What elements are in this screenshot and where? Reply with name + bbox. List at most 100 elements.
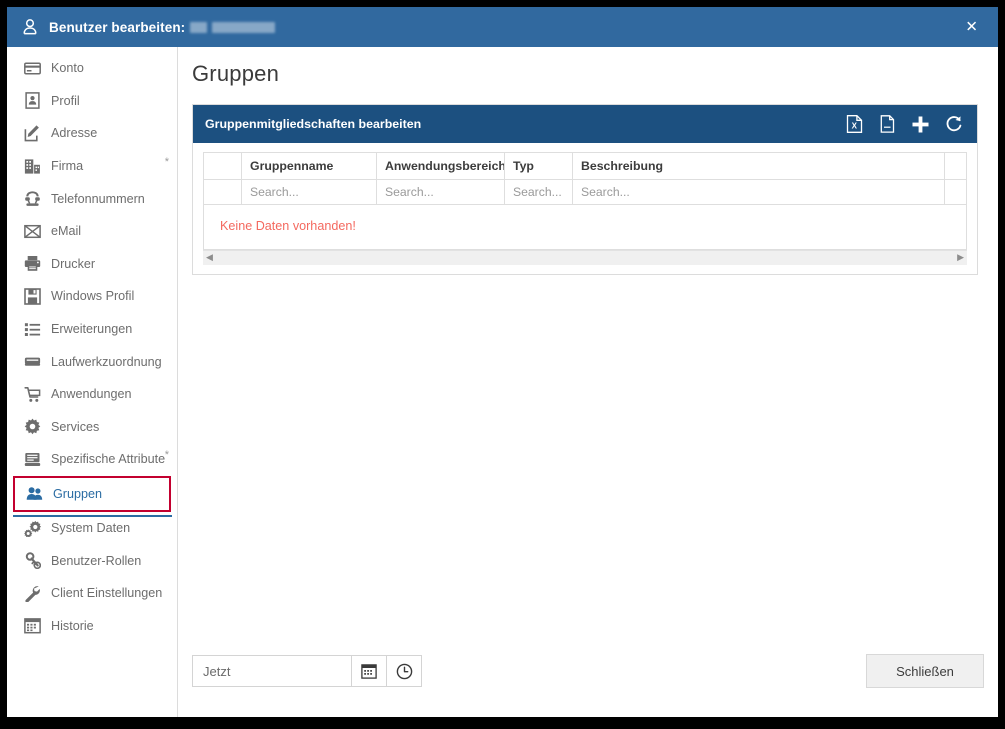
sidebar-item-label: Windows Profil xyxy=(51,289,135,304)
grid-horizontal-scrollbar[interactable]: ◀ ▶ xyxy=(203,250,967,265)
plus-icon[interactable] xyxy=(911,115,930,134)
sidebar-item-gruppen[interactable]: Gruppen xyxy=(13,475,171,512)
sidebar-item-label: Services xyxy=(51,419,100,434)
dialog-title-prefix: Benutzer bearbeiten: xyxy=(49,19,186,35)
grid-filter-input[interactable] xyxy=(576,183,941,201)
sidebar-item-label: Historie xyxy=(51,618,94,633)
sidebar-item-drucker[interactable]: Drucker xyxy=(7,248,177,281)
grid-filter-cell xyxy=(504,179,573,205)
sidebar-item-system-daten[interactable]: System Daten xyxy=(7,512,177,545)
grid-filter-input[interactable] xyxy=(380,183,501,201)
grid-header-row: Gruppenname Anwendungsbereich Typ Beschreib… xyxy=(203,152,967,180)
copy-clipboard-icon[interactable] xyxy=(878,115,897,134)
sidebar-item-telefonnummern[interactable]: Telefonnummern xyxy=(7,182,177,215)
sidebar-item-label: eMail xyxy=(51,224,82,239)
wrench-icon xyxy=(24,585,41,602)
calendar-icon[interactable] xyxy=(351,656,386,686)
scroll-right-arrow-icon[interactable]: ▶ xyxy=(957,253,964,262)
datetime-input[interactable] xyxy=(193,656,351,686)
gears-icon xyxy=(24,520,41,537)
dialog-titlebar: Benutzer bearbeiten: ✕ xyxy=(7,7,998,47)
list-icon xyxy=(24,321,41,338)
gear-icon xyxy=(24,418,41,435)
required-marker: * xyxy=(164,155,169,168)
sidebar-item-label: Profil xyxy=(51,93,80,108)
sidebar-item-label: Konto xyxy=(51,61,84,76)
sidebar-item-email[interactable]: eMail xyxy=(7,215,177,248)
panel-toolbar: X xyxy=(845,115,963,134)
grid-filter-input[interactable] xyxy=(245,183,373,201)
key-user-icon xyxy=(24,552,41,570)
drive-icon xyxy=(24,353,41,370)
main-inner: Gruppen Gruppenmitgliedschaften bearbeit… xyxy=(178,47,998,645)
panel-header-title: Gruppenmitgliedschaften bearbeiten xyxy=(205,117,422,131)
sidebar-item-label: Gruppen xyxy=(53,486,103,501)
user-icon xyxy=(23,19,37,35)
excel-export-icon[interactable]: X xyxy=(845,115,864,134)
grid-column-header[interactable]: Anwendungsbereich xyxy=(376,152,505,180)
sidebar-item-label: Erweiterungen xyxy=(51,322,133,337)
dialog-footer: Schließen xyxy=(178,645,998,717)
sidebar-item-client-einstellungen[interactable]: Client Einstellungen xyxy=(7,577,177,610)
sidebar-item-label: Benutzer-Rollen xyxy=(51,553,142,568)
sidebar-item-label: Anwendungen xyxy=(51,387,132,402)
grid-column-header[interactable]: Gruppenname xyxy=(241,152,377,180)
sidebar-item-konto[interactable]: Konto xyxy=(7,52,177,85)
sidebar-item-laufwerkzuordnung[interactable]: Laufwerkzuordnung xyxy=(7,345,177,378)
required-marker: * xyxy=(164,449,169,462)
sidebar-item-historie[interactable]: Historie xyxy=(7,610,177,643)
close-button[interactable]: Schließen xyxy=(866,654,984,688)
edit-user-dialog: Benutzer bearbeiten: ✕ Konto Profil Adre… xyxy=(7,7,998,717)
sidebar-item-label: System Daten xyxy=(51,521,131,536)
grid-column-header[interactable] xyxy=(944,152,967,180)
sidebar-item-benutzer-rollen[interactable]: Benutzer-Rollen xyxy=(7,544,177,577)
datetime-picker-group xyxy=(192,655,422,687)
grid-column-header[interactable]: Typ xyxy=(504,152,573,180)
sidebar-item-anwendungen[interactable]: Anwendungen xyxy=(7,378,177,411)
sidebar-item-spezifische-attribute[interactable]: Spezifische Attribute * xyxy=(7,443,177,476)
grid-filter-cell xyxy=(944,179,967,205)
telephone-icon xyxy=(24,190,41,207)
sidebar-item-label: Laufwerkzuordnung xyxy=(51,354,162,369)
sidebar-item-adresse[interactable]: Adresse xyxy=(7,117,177,150)
grid-column-header[interactable] xyxy=(203,152,242,180)
grid-filter-cell xyxy=(376,179,505,205)
grid-column-header-label: Typ xyxy=(513,159,534,173)
users-icon xyxy=(26,485,43,502)
grid-column-header-label: Anwendungsbereich xyxy=(385,159,505,173)
sidebar-item-label: Client Einstellungen xyxy=(51,586,163,601)
grid-wrapper: Gruppenname Anwendungsbereich Typ Beschreib… xyxy=(193,143,977,250)
sidebar-item-services[interactable]: Services xyxy=(7,411,177,444)
scroll-left-arrow-icon[interactable]: ◀ xyxy=(206,253,213,262)
server-icon xyxy=(24,451,41,468)
svg-text:X: X xyxy=(852,121,858,130)
dialog-body: Konto Profil Adresse Firma * Telefonnumme… xyxy=(7,47,998,717)
dialog-title: Benutzer bearbeiten: xyxy=(49,19,276,35)
sidebar-navigation: Konto Profil Adresse Firma * Telefonnumme… xyxy=(7,47,178,717)
close-icon[interactable]: ✕ xyxy=(959,16,984,39)
sidebar-item-firma[interactable]: Firma * xyxy=(7,150,177,183)
sidebar-item-label: Adresse xyxy=(51,126,98,141)
group-memberships-panel: Gruppenmitgliedschaften bearbeiten X Gru… xyxy=(192,104,978,275)
sidebar-item-label: Firma xyxy=(51,159,84,174)
grid-filter-cell xyxy=(572,179,945,205)
redacted-username-part2 xyxy=(212,22,276,34)
cart-icon xyxy=(24,386,41,403)
clock-icon[interactable] xyxy=(386,656,421,686)
id-card-icon xyxy=(24,92,41,110)
sidebar-item-erweiterungen[interactable]: Erweiterungen xyxy=(7,313,177,346)
grid-column-header[interactable]: Beschreibung xyxy=(572,152,945,180)
grid-filter-row xyxy=(203,179,967,205)
refresh-icon[interactable] xyxy=(944,115,963,134)
page-title: Gruppen xyxy=(192,61,280,86)
grid-filter-input[interactable] xyxy=(508,183,569,201)
grid-empty-message: Keine Daten vorhanden! xyxy=(220,219,356,233)
sidebar-item-windows-profil[interactable]: Windows Profil xyxy=(7,280,177,313)
sidebar-item-label: Telefonnummern xyxy=(51,191,145,206)
sidebar-item-label: Spezifische Attribute xyxy=(51,452,166,467)
grid-column-header-label: Beschreibung xyxy=(581,159,663,173)
grid-empty-row: Keine Daten vorhanden! xyxy=(203,204,967,250)
sidebar-item-profil[interactable]: Profil xyxy=(7,85,177,118)
edit-square-icon xyxy=(24,125,41,142)
card-icon xyxy=(24,60,41,77)
